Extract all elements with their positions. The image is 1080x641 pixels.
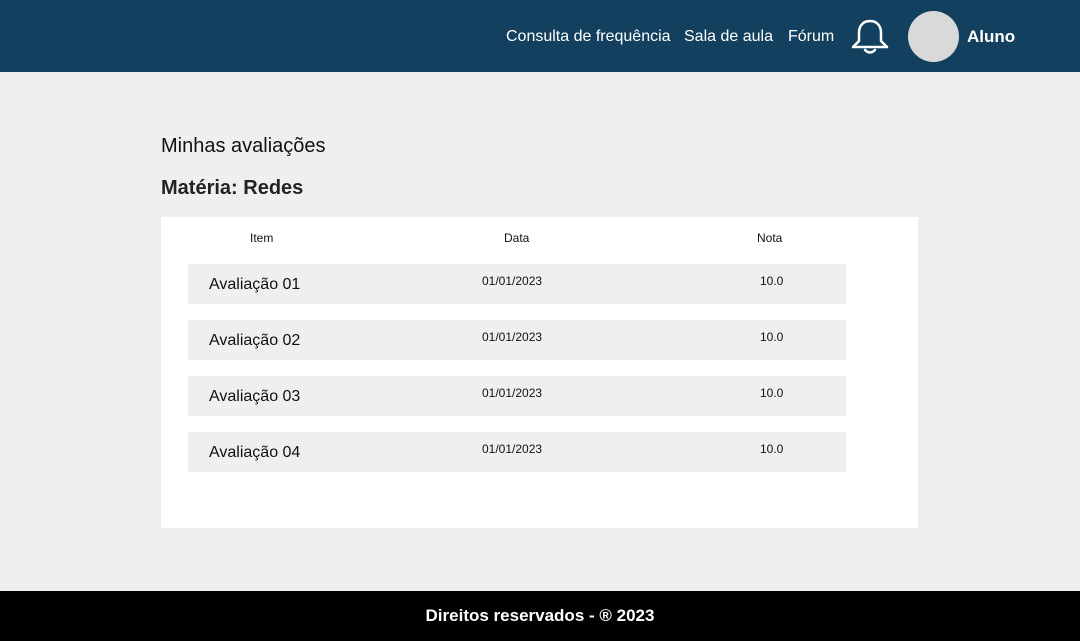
nav-link-sala-de-aula[interactable]: Sala de aula	[684, 26, 773, 48]
row-date: 01/01/2023	[482, 330, 543, 344]
row-date: 01/01/2023	[482, 386, 543, 400]
top-navbar: Consulta de frequência Sala de aula Fóru…	[0, 0, 1080, 72]
row-grade: 10.0	[760, 330, 784, 344]
nav-link-consulta-frequencia[interactable]: Consulta de frequência	[506, 26, 671, 48]
row-date: 01/01/2023	[482, 274, 543, 288]
row-item: Avaliação 04	[209, 444, 301, 461]
page-title: Minhas avaliações	[161, 135, 326, 157]
subject-label: Matéria: Redes	[161, 177, 304, 199]
column-header-item: Item	[250, 231, 274, 245]
table-row[interactable]: Avaliação 01 01/01/2023 10.0	[188, 264, 846, 304]
avatar[interactable]	[908, 11, 959, 62]
row-grade: 10.0	[760, 386, 784, 400]
bell-icon[interactable]	[850, 18, 890, 56]
column-header-data: Data	[504, 231, 530, 245]
row-item: Avaliação 02	[209, 332, 301, 349]
row-item: Avaliação 03	[209, 388, 301, 405]
footer-copyright: Direitos reservados - ® 2023	[425, 606, 655, 625]
row-date: 01/01/2023	[482, 442, 543, 456]
table-row[interactable]: Avaliação 04 01/01/2023 10.0	[188, 432, 846, 472]
nav-link-forum[interactable]: Fórum	[788, 26, 834, 48]
row-grade: 10.0	[760, 274, 784, 288]
row-item: Avaliação 01	[209, 276, 301, 293]
table-row[interactable]: Avaliação 03 01/01/2023 10.0	[188, 376, 846, 416]
column-header-nota: Nota	[757, 231, 783, 245]
user-name[interactable]: Aluno	[967, 26, 1015, 48]
table-row[interactable]: Avaliação 02 01/01/2023 10.0	[188, 320, 846, 360]
row-grade: 10.0	[760, 442, 784, 456]
footer: Direitos reservados - ® 2023	[0, 591, 1080, 641]
grades-table: Item Data Nota Avaliação 01 01/01/2023 1…	[161, 217, 918, 528]
